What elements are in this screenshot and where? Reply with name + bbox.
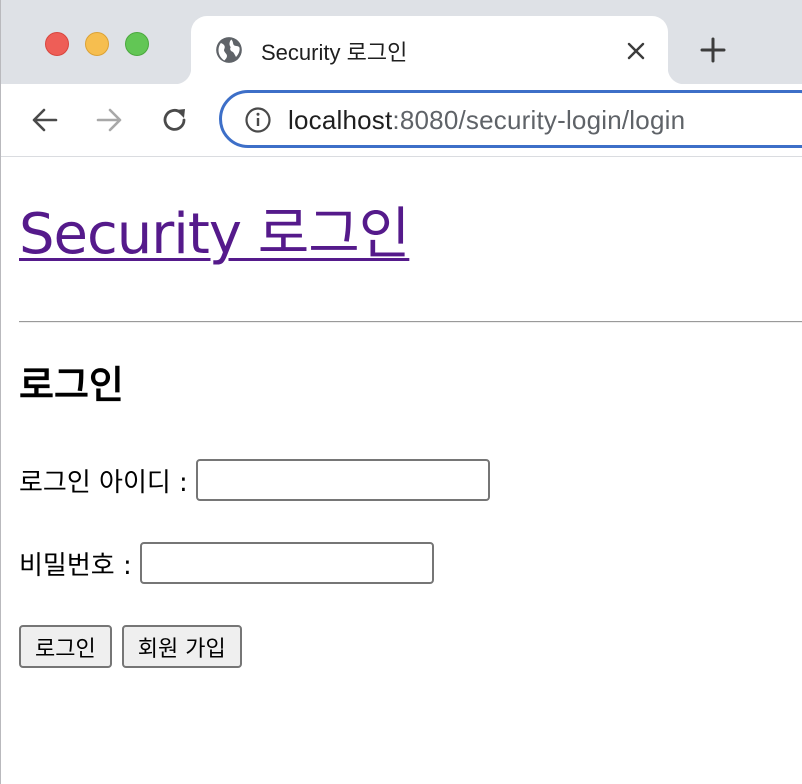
site-title-link[interactable]: Security 로그인 <box>19 199 410 271</box>
password-row: 비밀번호 : <box>19 542 434 584</box>
login-button[interactable]: 로그인 <box>19 625 112 668</box>
url-path: :8080/security-login/login <box>392 105 686 135</box>
form-buttons: 로그인 회원 가입 <box>19 625 242 668</box>
info-icon[interactable] <box>244 106 272 134</box>
browser-toolbar: localhost:8080/security-login/login <box>1 84 802 157</box>
close-icon[interactable] <box>625 40 647 62</box>
minimize-window-button[interactable] <box>85 32 109 56</box>
horizontal-divider <box>19 321 802 323</box>
tab-title: Security 로그인 <box>261 40 408 65</box>
tab-active[interactable]: Security 로그인 <box>175 16 684 84</box>
login-id-row: 로그인 아이디 : <box>19 459 490 501</box>
login-id-label: 로그인 아이디 : <box>19 467 188 498</box>
section-title: 로그인 <box>19 363 124 407</box>
reload-icon[interactable] <box>159 104 191 136</box>
plus-icon[interactable] <box>699 36 727 64</box>
url-text: localhost:8080/security-login/login <box>288 105 685 136</box>
close-window-button[interactable] <box>45 32 69 56</box>
page-content: Security 로그인 로그인 로그인 아이디 : 비밀번호 : 로그인 회원… <box>19 157 802 668</box>
login-id-input[interactable] <box>195 459 490 501</box>
url-host: localhost <box>288 105 393 135</box>
browser-window: Security 로그인 localhost:8080/security-log… <box>0 0 802 784</box>
globe-icon <box>216 37 242 63</box>
arrow-left-icon[interactable] <box>29 104 61 136</box>
password-input[interactable] <box>139 542 434 584</box>
address-bar[interactable]: localhost:8080/security-login/login <box>219 90 802 148</box>
tab-strip: Security 로그인 <box>1 0 802 84</box>
signup-button[interactable]: 회원 가입 <box>121 625 242 668</box>
arrow-right-icon[interactable] <box>93 104 125 136</box>
password-label: 비밀번호 : <box>19 550 132 581</box>
maximize-window-button[interactable] <box>125 32 149 56</box>
